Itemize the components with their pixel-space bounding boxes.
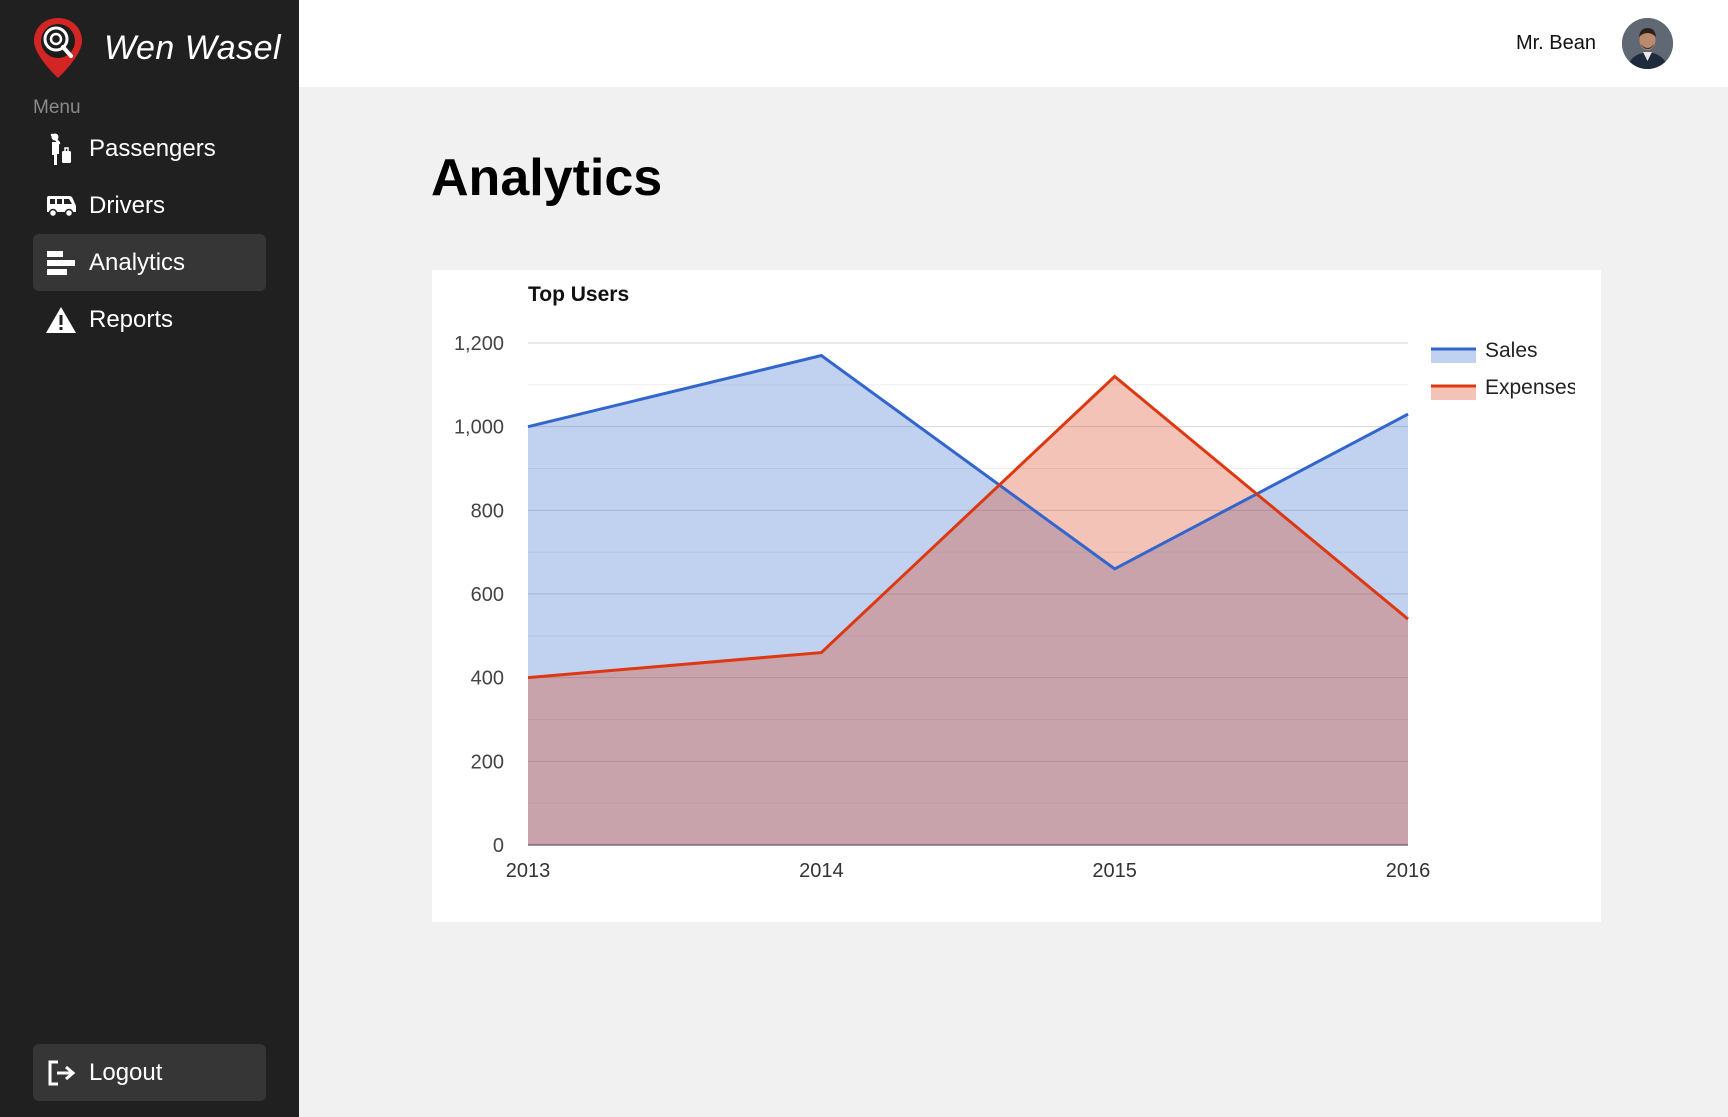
legend: Sales Expenses (1431, 339, 1577, 400)
chart-title: Top Users (528, 283, 629, 306)
sidebar-item-drivers[interactable]: Drivers (33, 177, 266, 234)
page-title: Analytics (431, 149, 663, 207)
y-tick-label: 1,000 (454, 417, 504, 439)
y-tick-label: 600 (471, 584, 504, 606)
y-tick-label: 400 (471, 668, 504, 690)
sidebar-item-analytics[interactable]: Analytics (33, 234, 266, 291)
y-tick-label: 800 (471, 500, 504, 522)
logout-label: Logout (89, 1058, 163, 1086)
menu-caption: Menu (33, 97, 81, 118)
y-tick-label: 1,200 (454, 333, 504, 355)
bar-chart-icon (33, 249, 89, 277)
legend-label: Expenses (1485, 376, 1577, 399)
location-pin-logo-icon (34, 18, 82, 78)
warning-icon (33, 306, 89, 334)
sidebar-item-reports[interactable]: Reports (33, 291, 266, 348)
sidebar-item-label: Analytics (89, 248, 186, 276)
x-tick-label: 2013 (506, 860, 551, 882)
sidebar: Wen Wasel Menu Passengers Drivers Analyt… (0, 0, 299, 1117)
y-tick-label: 0 (493, 835, 504, 857)
chart-card: Top Users 0 200 400 600 800 1,000 1,200 2013 2014… (432, 270, 1601, 922)
logout-button[interactable]: Logout (33, 1044, 266, 1101)
area-chart: Top Users 0 200 400 600 800 1,000 1,200 2013 2014… (454, 283, 1577, 882)
sidebar-nav: Passengers Drivers Analytics Reports (33, 120, 266, 348)
sidebar-item-label: Passengers (89, 134, 216, 162)
top-bar: Mr. Bean (299, 0, 1728, 87)
x-tick-label: 2014 (799, 860, 844, 882)
sidebar-item-label: Drivers (89, 191, 165, 219)
van-icon (33, 194, 89, 218)
legend-label: Sales (1485, 339, 1538, 362)
avatar[interactable] (1622, 18, 1673, 69)
user-name[interactable]: Mr. Bean (1516, 32, 1596, 55)
app-name: Wen Wasel (104, 28, 282, 67)
passenger-icon (33, 132, 89, 166)
brand[interactable]: Wen Wasel (32, 16, 281, 80)
sidebar-item-passengers[interactable]: Passengers (33, 120, 266, 177)
y-tick-label: 200 (471, 751, 504, 773)
legend-swatch (1431, 349, 1476, 363)
x-tick-label: 2015 (1092, 860, 1137, 882)
x-tick-label: 2016 (1386, 860, 1431, 882)
legend-swatch (1431, 386, 1476, 400)
logout-icon (33, 1059, 89, 1087)
sidebar-item-label: Reports (89, 305, 174, 333)
